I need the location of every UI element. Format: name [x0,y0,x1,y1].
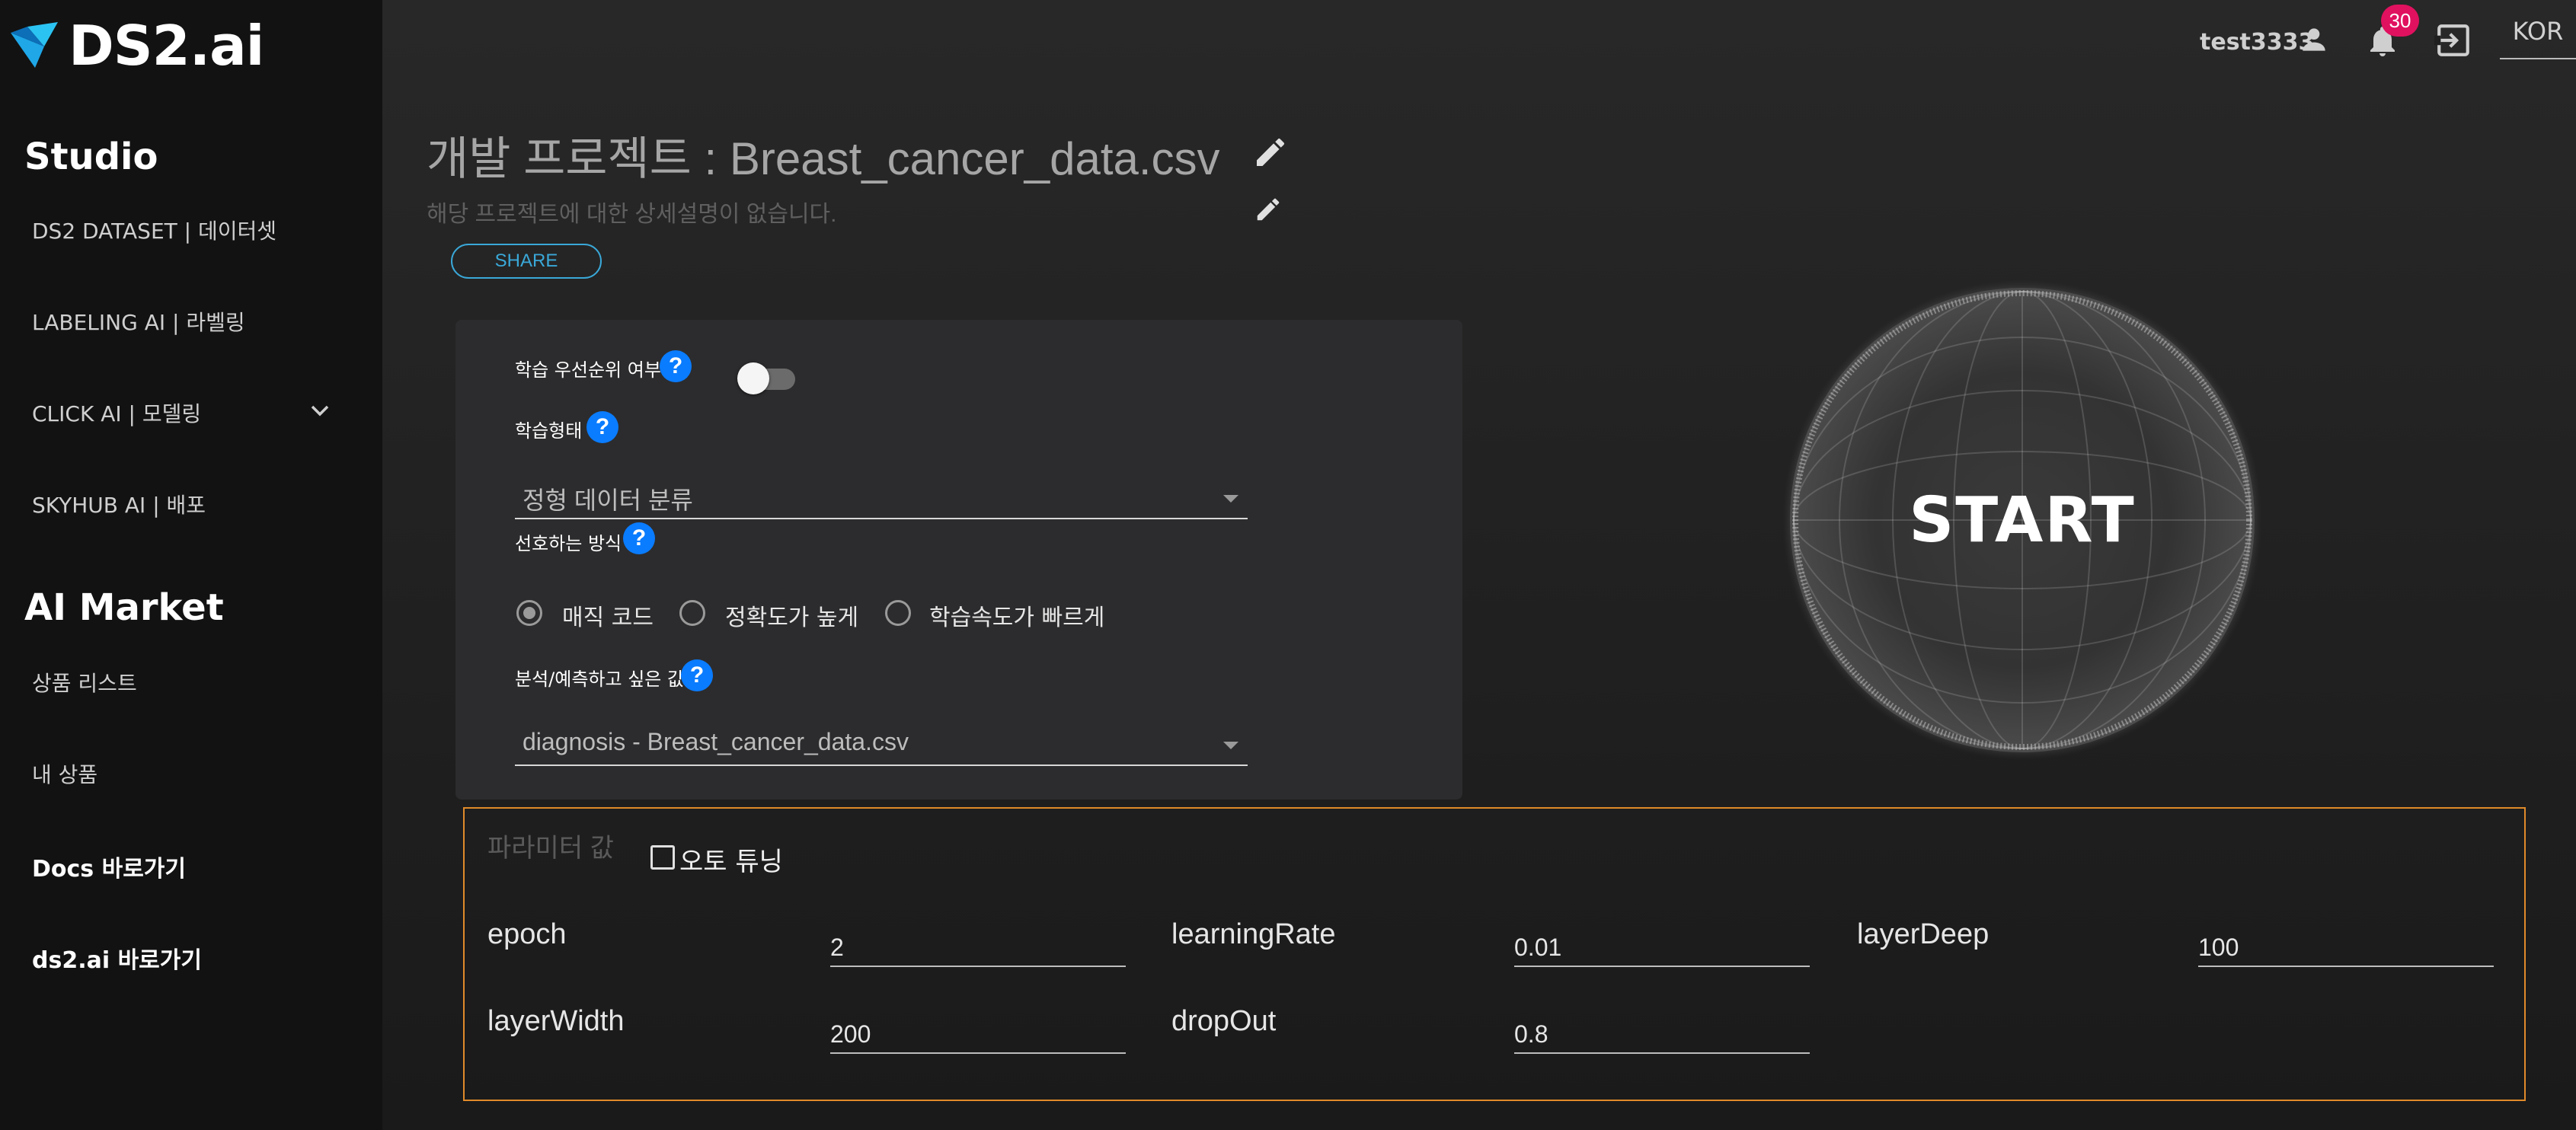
target-label: 분석/예측하고 싶은 값 [515,669,685,690]
preferred-method-label: 선호하는 방식 [515,533,622,554]
sidebar-item-ds2-dataset[interactable]: DS2 DATASET | 데이터셋 [32,215,276,245]
radio-magic-code-label[interactable]: 매직 코드 [562,599,654,632]
radio-magic-code[interactable] [516,600,542,626]
priority-toggle[interactable] [737,362,769,394]
project-description: 해당 프로젝트에 대한 상세설명이 없습니다. [427,202,837,227]
user-icon[interactable] [2297,23,2331,56]
training-type-value: 정형 데이터 분류 [523,487,693,514]
training-type-label: 학습형태 [515,420,583,442]
ds2ai-link[interactable]: ds2.ai 바로가기 [32,941,202,975]
radio-fast-training[interactable] [885,600,911,626]
auto-tuning-checkbox[interactable] [650,845,675,870]
priority-help-icon[interactable]: ? [660,350,692,382]
param-label-dropout: dropOut [1171,1005,1277,1037]
param-label-layerdeep: layerDeep [1857,918,1990,950]
training-type-help-icon[interactable]: ? [586,411,618,443]
dropdown-arrow-icon [1223,495,1238,503]
param-input-layerwidth[interactable]: 200 [830,1013,1126,1054]
sidebar: DS2.ai Studio DS2 DATASET | 데이터셋 LABELIN… [0,0,382,1130]
param-value-layerwidth: 200 [830,1020,871,1048]
logout-icon[interactable] [2434,21,2472,59]
radio-high-accuracy-label[interactable]: 정확도가 높게 [725,599,858,632]
parameter-title: 파라미터 값 [487,834,614,863]
param-label-layerwidth: layerWidth [487,1005,625,1037]
ai-market-section-title: AI Market [24,586,224,629]
studio-section-title: Studio [24,136,158,178]
notification-badge: 30 [2381,5,2419,37]
param-label-epoch: epoch [487,918,567,950]
target-select[interactable]: diagnosis - Breast_cancer_data.csv [515,720,1248,766]
sidebar-item-labeling-ai[interactable]: LABELING AI | 라벨링 [32,306,245,337]
param-input-learningrate[interactable]: 0.01 [1514,926,1810,967]
project-title: 개발 프로젝트 : Breast_cancer_data.csv [427,133,1220,184]
target-help-icon[interactable]: ? [681,659,713,691]
language-select[interactable]: KOR [2500,17,2576,59]
sidebar-item-my-products[interactable]: 내 상품 [32,758,97,789]
auto-tuning-label[interactable]: 오토 튜닝 [679,841,783,878]
param-value-epoch: 2 [830,934,844,961]
sidebar-item-product-list[interactable]: 상품 리스트 [32,667,137,697]
param-value-layerdeep: 100 [2198,934,2239,961]
param-label-learningrate: learningRate [1171,918,1336,950]
param-input-epoch[interactable]: 2 [830,926,1126,967]
target-value: diagnosis - Breast_cancer_data.csv [523,728,909,755]
share-button[interactable]: SHARE [451,244,602,279]
brand-logo[interactable]: DS2.ai [9,14,264,78]
ds2-logo-icon [11,22,58,68]
edit-title-icon[interactable] [1252,134,1289,171]
preferred-method-help-icon[interactable]: ? [623,522,655,554]
brand-name: DS2.ai [69,14,264,78]
start-button[interactable]: START [1790,288,2255,752]
param-value-dropout: 0.8 [1514,1020,1548,1048]
param-value-learningrate: 0.01 [1514,934,1562,961]
edit-description-icon[interactable] [1254,195,1283,224]
priority-label: 학습 우선순위 여부 [515,359,661,381]
radio-fast-training-label[interactable]: 학습속도가 빠르게 [929,599,1104,632]
docs-link[interactable]: Docs 바로가기 [32,850,186,883]
chevron-down-icon[interactable] [305,396,335,426]
start-label[interactable]: START [1790,288,2255,752]
radio-high-accuracy[interactable] [679,600,705,626]
sidebar-item-skyhub-ai[interactable]: SKYHUB AI | 배포 [32,489,206,519]
param-input-layerdeep[interactable]: 100 [2198,926,2494,967]
dropdown-arrow-icon [1223,742,1238,749]
training-type-select[interactable]: 정형 데이터 분류 [515,474,1248,519]
sidebar-item-click-ai[interactable]: CLICK AI | 모델링 [32,397,201,428]
param-input-dropout[interactable]: 0.8 [1514,1013,1810,1054]
